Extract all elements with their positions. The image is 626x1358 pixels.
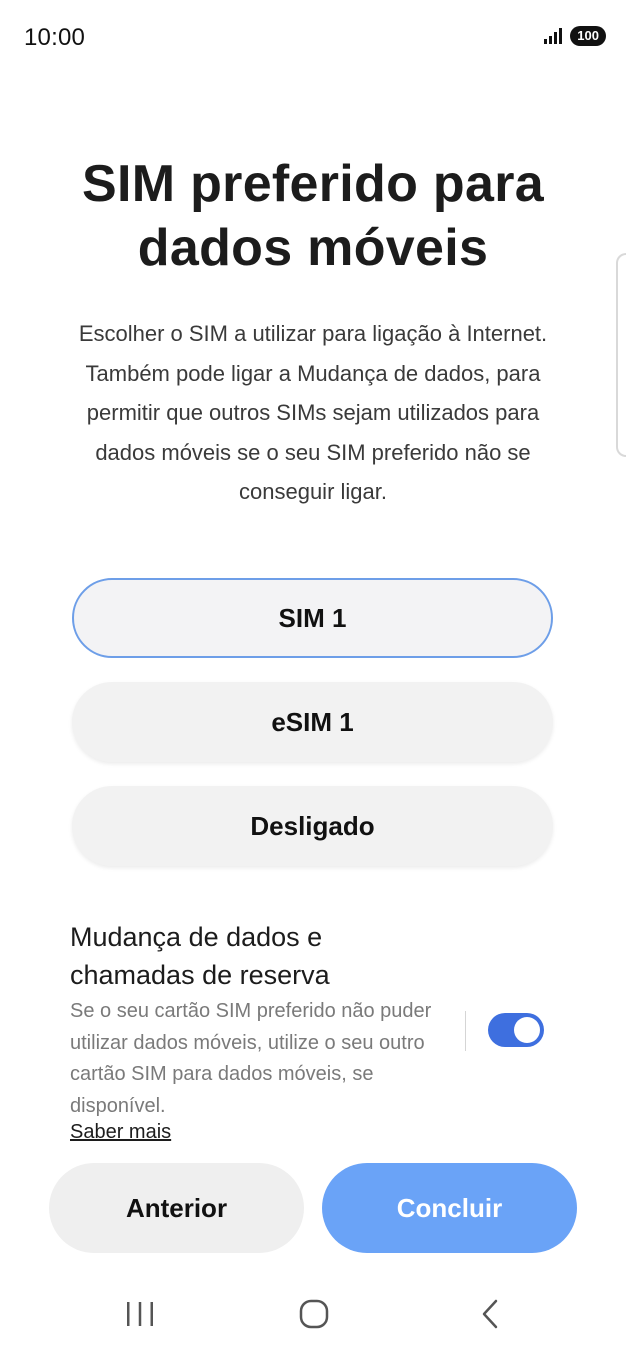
page-description: Escolher o SIM a utilizar para ligação à… bbox=[78, 321, 548, 504]
finish-button[interactable]: Concluir bbox=[322, 1163, 577, 1253]
fallback-description: Se o seu cartão SIM preferido não puder … bbox=[70, 1000, 432, 1117]
fallback-toggle[interactable] bbox=[488, 1013, 544, 1047]
learn-more-link[interactable]: Saber mais bbox=[70, 1117, 171, 1147]
status-time: 10:00 bbox=[24, 24, 86, 51]
battery-icon: 100 bbox=[570, 26, 606, 46]
page-title: SIM preferido para dados móveis bbox=[82, 155, 544, 277]
fallback-title: Mudança de dados e chamadas de reserva bbox=[70, 922, 330, 990]
toggle-divider bbox=[465, 1011, 466, 1051]
toggle-knob bbox=[514, 1017, 540, 1043]
status-icons: 100 bbox=[544, 26, 606, 46]
screen: 10:00 100 SIM preferido para dados móvei… bbox=[0, 0, 626, 1358]
signal-icon bbox=[544, 28, 564, 44]
previous-button[interactable]: Anterior bbox=[49, 1163, 304, 1253]
home-icon[interactable] bbox=[298, 1297, 330, 1331]
option-sim-1[interactable]: SIM 1 bbox=[72, 578, 553, 658]
recent-apps-icon[interactable] bbox=[124, 1297, 156, 1331]
back-icon[interactable] bbox=[474, 1297, 506, 1331]
option-off[interactable]: Desligado bbox=[72, 786, 553, 866]
edge-panel-handle[interactable] bbox=[616, 253, 626, 457]
option-esim-1[interactable]: eSIM 1 bbox=[72, 682, 553, 762]
